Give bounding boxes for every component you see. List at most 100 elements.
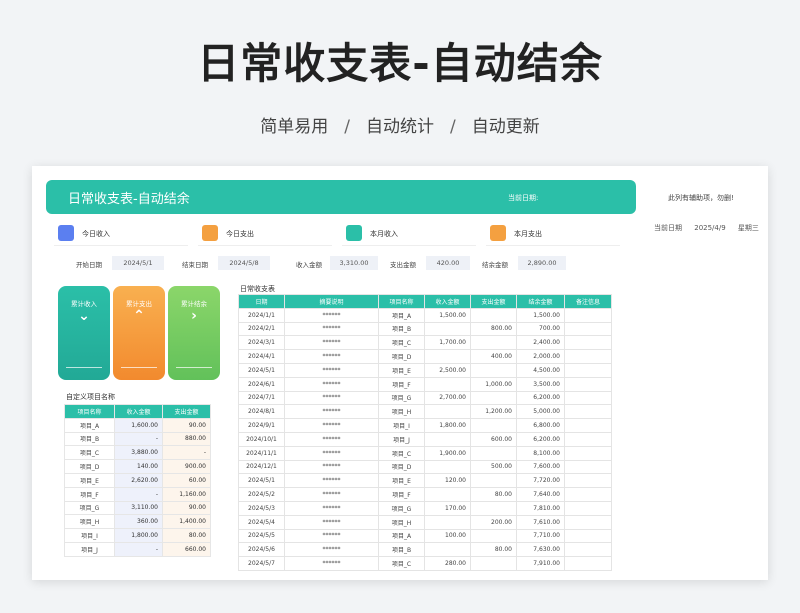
table-cell[interactable] bbox=[564, 307, 612, 323]
table-cell[interactable]: 2024/1/1 bbox=[238, 307, 285, 323]
table-cell[interactable]: 170.00 bbox=[424, 500, 471, 516]
table-cell[interactable]: ****** bbox=[284, 418, 379, 433]
table-cell[interactable]: 100.00 bbox=[424, 528, 471, 544]
table-cell[interactable]: 项目_B bbox=[378, 321, 425, 337]
table-cell[interactable]: 2024/4/1 bbox=[238, 349, 285, 364]
table-cell[interactable]: 2024/6/1 bbox=[238, 376, 285, 392]
table-cell[interactable]: - bbox=[114, 541, 163, 557]
table-cell[interactable] bbox=[564, 473, 612, 489]
table-cell[interactable]: 项目_B bbox=[64, 431, 115, 447]
table-cell[interactable]: 2024/5/2 bbox=[238, 487, 285, 502]
table-cell[interactable]: 140.00 bbox=[114, 459, 163, 474]
table-cell[interactable]: 项目_A bbox=[64, 417, 115, 433]
table-cell[interactable]: 6,200.00 bbox=[516, 390, 565, 406]
table-cell[interactable]: 项目_D bbox=[378, 349, 425, 364]
table-cell[interactable] bbox=[564, 431, 612, 447]
card-today-expense[interactable]: 今日支出 bbox=[198, 220, 332, 246]
column-header[interactable]: 结余金额 bbox=[516, 294, 565, 309]
table-cell[interactable]: 660.00 bbox=[162, 541, 211, 557]
table-cell[interactable]: ****** bbox=[284, 500, 379, 516]
table-cell[interactable]: ****** bbox=[284, 528, 379, 544]
table-cell[interactable]: 2024/8/1 bbox=[238, 404, 285, 420]
table-cell[interactable] bbox=[564, 556, 612, 571]
table-cell[interactable]: 6,200.00 bbox=[516, 431, 565, 447]
table-cell[interactable] bbox=[564, 459, 612, 475]
table-cell[interactable] bbox=[470, 362, 517, 378]
table-cell[interactable]: 项目_C bbox=[378, 445, 425, 461]
column-header[interactable]: 项目名称 bbox=[64, 404, 115, 419]
table-cell[interactable]: 1,000.00 bbox=[470, 376, 517, 392]
table-cell[interactable] bbox=[564, 321, 612, 337]
table-cell[interactable]: 项目_C bbox=[64, 445, 115, 461]
table-cell[interactable]: 7,720.00 bbox=[516, 473, 565, 489]
table-cell[interactable]: 2024/11/1 bbox=[238, 445, 285, 461]
table-cell[interactable]: 7,810.00 bbox=[516, 500, 565, 516]
table-cell[interactable]: - bbox=[114, 431, 163, 447]
table-cell[interactable]: 2,620.00 bbox=[114, 472, 163, 488]
table-cell[interactable]: 2024/7/1 bbox=[238, 390, 285, 406]
table-cell[interactable]: 2024/5/4 bbox=[238, 514, 285, 530]
table-cell[interactable] bbox=[424, 349, 471, 364]
cumulative-expense-card[interactable]: 累计支出 ⌃ bbox=[113, 286, 165, 380]
table-cell[interactable]: 项目_H bbox=[378, 514, 425, 530]
table-cell[interactable]: 项目_A bbox=[378, 528, 425, 544]
cumulative-income-card[interactable]: 累计收入 ⌄ bbox=[58, 286, 110, 380]
table-cell[interactable]: 1,600.00 bbox=[114, 417, 163, 433]
table-cell[interactable]: 6,800.00 bbox=[516, 418, 565, 433]
table-cell[interactable]: 3,880.00 bbox=[114, 445, 163, 461]
column-header[interactable]: 摘要说明 bbox=[284, 294, 379, 309]
table-cell[interactable]: 280.00 bbox=[424, 556, 471, 571]
table-cell[interactable]: 项目_F bbox=[378, 487, 425, 502]
table-cell[interactable]: 项目_J bbox=[64, 541, 115, 557]
column-header[interactable]: 收入金额 bbox=[424, 294, 471, 309]
table-cell[interactable] bbox=[564, 390, 612, 406]
table-cell[interactable] bbox=[424, 404, 471, 420]
table-cell[interactable] bbox=[564, 376, 612, 392]
table-cell[interactable]: 2024/12/1 bbox=[238, 459, 285, 475]
table-cell[interactable] bbox=[470, 445, 517, 461]
table-cell[interactable]: 项目_G bbox=[378, 500, 425, 516]
table-cell[interactable]: ****** bbox=[284, 321, 379, 337]
table-cell[interactable]: ****** bbox=[284, 376, 379, 392]
table-cell[interactable]: 2024/10/1 bbox=[238, 431, 285, 447]
table-cell[interactable]: 项目_I bbox=[378, 418, 425, 433]
table-cell[interactable]: 2024/3/1 bbox=[238, 335, 285, 351]
table-cell[interactable] bbox=[564, 542, 612, 558]
table-cell[interactable] bbox=[470, 335, 517, 351]
table-cell[interactable]: 项目_J bbox=[378, 431, 425, 447]
table-cell[interactable]: 2024/5/1 bbox=[238, 362, 285, 378]
table-cell[interactable]: 800.00 bbox=[470, 321, 517, 337]
table-cell[interactable]: 项目_I bbox=[64, 528, 115, 543]
table-cell[interactable]: 项目_A bbox=[378, 307, 425, 323]
table-cell[interactable]: 项目_C bbox=[378, 556, 425, 571]
table-cell[interactable]: 600.00 bbox=[470, 431, 517, 447]
table-cell[interactable]: 项目_E bbox=[378, 473, 425, 489]
table-cell[interactable]: 项目_H bbox=[378, 404, 425, 420]
table-cell[interactable] bbox=[564, 335, 612, 351]
table-cell[interactable] bbox=[424, 431, 471, 447]
table-cell[interactable] bbox=[470, 390, 517, 406]
table-cell[interactable]: 项目_E bbox=[64, 472, 115, 488]
table-cell[interactable] bbox=[470, 418, 517, 433]
table-cell[interactable]: 2,500.00 bbox=[424, 362, 471, 378]
current-date-value[interactable]: 2025/4/9 bbox=[694, 224, 725, 232]
table-cell[interactable]: 3,110.00 bbox=[114, 500, 163, 516]
start-date-field[interactable]: 2024/5/1 bbox=[112, 256, 164, 270]
table-cell[interactable]: 2024/5/5 bbox=[238, 528, 285, 544]
table-cell[interactable]: 2024/5/7 bbox=[238, 556, 285, 571]
table-cell[interactable]: 200.00 bbox=[470, 514, 517, 530]
column-header[interactable]: 支出金额 bbox=[162, 404, 211, 419]
table-cell[interactable]: 2,400.00 bbox=[516, 335, 565, 351]
table-cell[interactable]: ****** bbox=[284, 362, 379, 378]
table-cell[interactable]: ****** bbox=[284, 335, 379, 351]
table-cell[interactable]: 3,500.00 bbox=[516, 376, 565, 392]
table-cell[interactable] bbox=[564, 362, 612, 378]
table-cell[interactable]: 80.00 bbox=[470, 487, 517, 502]
table-cell[interactable]: ****** bbox=[284, 307, 379, 323]
table-cell[interactable]: ****** bbox=[284, 459, 379, 475]
table-cell[interactable] bbox=[564, 487, 612, 502]
table-cell[interactable]: 60.00 bbox=[162, 472, 211, 488]
table-cell[interactable] bbox=[564, 528, 612, 544]
table-cell[interactable]: 8,100.00 bbox=[516, 445, 565, 461]
table-cell[interactable]: 2024/5/6 bbox=[238, 542, 285, 558]
